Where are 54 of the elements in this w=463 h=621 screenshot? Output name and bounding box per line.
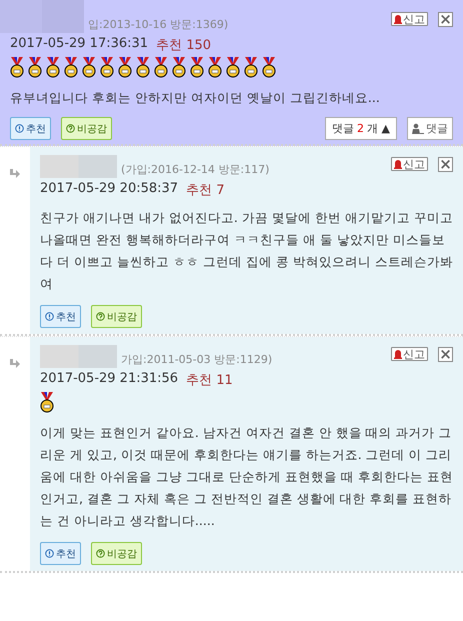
recommend-count: 추천 11 xyxy=(186,372,233,389)
siren-icon xyxy=(394,14,402,24)
member-info: 입:2013-10-16 방문:1369) xyxy=(88,17,228,32)
medal-icon xyxy=(208,57,222,79)
close-button[interactable]: × xyxy=(438,12,453,27)
medal-icon xyxy=(46,57,60,79)
siren-icon xyxy=(394,349,402,359)
recommend-count: 추천 7 xyxy=(186,182,224,199)
question-icon xyxy=(96,549,105,558)
comment-text: 이게 맞는 표현인거 같아요. 남자건 여자건 결혼 안 했을 때의 과거가 그리운 게 있고, 이것 때문에 후회한다는 얘기를 하는거죠. 그런데 이 그리움에 대한 아쉬움을 그냥 그대로 단순하게 표현했을 때 후회한다는 표현인거고, 결혼 그 자체 혹은 그 전반적인 결혼 생활에 대한 후회를 표현하는 건 아니라고 생각합니다..... xyxy=(40,424,453,530)
recommend-button[interactable]: 추천 xyxy=(40,305,81,328)
reply-arrow-icon xyxy=(9,359,21,369)
reply-arrow-icon xyxy=(9,169,21,179)
question-icon xyxy=(66,124,75,133)
medal-icon xyxy=(100,57,114,79)
disagree-button[interactable]: 비공감 xyxy=(61,117,112,140)
report-button[interactable]: 신고 xyxy=(391,157,428,171)
question-icon xyxy=(96,312,105,321)
recommend-count: 추천 150 xyxy=(156,37,212,54)
report-button[interactable]: 신고 xyxy=(391,347,428,361)
comment-datetime: 2017-05-29 20:58:37 xyxy=(40,181,178,198)
person-icon xyxy=(412,122,424,134)
medal-icon xyxy=(118,57,132,79)
member-info: 가입:2011-05-03 방문:1129) xyxy=(121,352,272,367)
member-info: (가입:2016-12-14 방문:117) xyxy=(121,162,270,177)
medal-icon xyxy=(136,57,150,79)
medal-icon xyxy=(226,57,240,79)
comment-datetime: 2017-05-29 17:36:31 xyxy=(10,36,148,53)
reply-count-button[interactable]: 댓글 2 개 ▲ xyxy=(325,117,397,140)
medal-icon xyxy=(172,57,186,79)
close-button[interactable]: × xyxy=(438,157,453,172)
medal-icon xyxy=(82,57,96,79)
exclamation-icon xyxy=(45,312,54,321)
disagree-button[interactable]: 비공감 xyxy=(91,305,142,328)
medal-icon xyxy=(244,57,258,79)
disagree-button[interactable]: 비공감 xyxy=(91,542,142,565)
recommend-button[interactable]: 추천 xyxy=(40,542,81,565)
siren-icon xyxy=(394,159,402,169)
comment-text: 친구가 애기나면 내가 없어진다고. 가끔 몇달에 한번 애기맡기고 꾸미고 나올때면 완전 행복해하더라구여 ㅋㅋ친구들 애 둘 낳았지만 미스들보다 더 이쁘고 늘씬하고 ㅎㅎ 그런데 집에 콩 박혀있으려니 스트레슨가봐여 xyxy=(40,209,453,293)
medal-icon xyxy=(262,57,276,79)
medal-icon xyxy=(28,57,42,79)
exclamation-icon xyxy=(45,549,54,558)
medal-icon xyxy=(10,57,24,79)
recommend-button[interactable]: 추천 xyxy=(10,117,51,140)
medal-icon xyxy=(64,57,78,79)
exclamation-icon xyxy=(15,124,24,133)
close-button[interactable]: × xyxy=(438,347,453,362)
comment-text: 유부녀입니다 후회는 안하지만 여자이던 옛날이 그립긴하네요... xyxy=(10,89,381,107)
reply-button[interactable]: 댓글 xyxy=(407,117,453,140)
comment-datetime: 2017-05-29 21:31:56 xyxy=(40,371,178,388)
medal-icon xyxy=(154,57,168,79)
report-button[interactable]: 신고 xyxy=(391,12,428,26)
medal-icon xyxy=(190,57,204,79)
medal-icon xyxy=(40,392,54,414)
